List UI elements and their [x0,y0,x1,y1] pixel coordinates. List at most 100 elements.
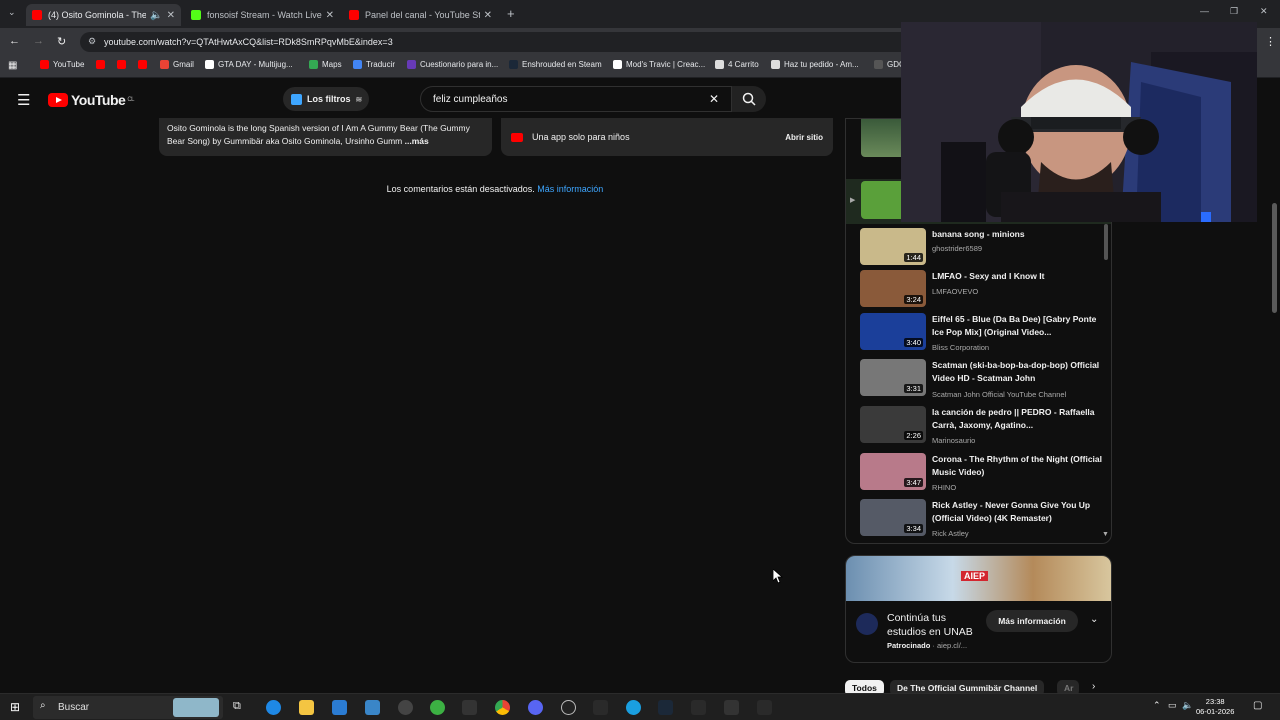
close-tab-icon[interactable]: ✕ [167,10,175,21]
video-thumbnail: 1:44 [860,228,926,265]
tab-kick-stream[interactable]: fonsoisf Stream - Watch Live or ✕ [185,4,340,26]
duration-badge: 3:31 [904,384,923,393]
bookmark-label: Gmail [173,60,194,69]
reload-icon[interactable]: ↻ [57,35,66,48]
bookmark-mods-travic[interactable]: Mod's Travic | Creac... [613,60,705,69]
windows-start-icon[interactable]: ⊞ [10,700,20,714]
tab-title: Panel del canal - YouTube Studi [365,10,480,20]
youtube-kids-icon [511,132,523,142]
bookmark-enshrouded[interactable]: Enshrouded en Steam [509,60,602,69]
playlist-item[interactable]: 2:26 la canción de pedro || PEDRO - Raff… [860,406,1105,448]
new-tab-icon[interactable]: + [507,6,515,21]
bookmark-youtube-4[interactable] [138,60,151,69]
webcam-feed [901,22,1257,222]
channel-name: ghostrider6589 [932,244,983,253]
tab-youtube-studio[interactable]: Panel del canal - YouTube Studi ✕ [343,4,498,26]
bookmark-gta-day[interactable]: GTA DAY - Multijug... [205,60,293,69]
chrome-icon[interactable] [495,700,510,715]
bookmark-youtube-2[interactable] [96,60,109,69]
playlist-item[interactable]: 3:34 Rick Astley - Never Gonna Give You … [860,499,1105,541]
xbox-icon[interactable] [430,700,445,715]
speaker-icon[interactable]: 🔈 [150,10,162,21]
bookmark-maps[interactable]: Maps [309,60,342,69]
site-info-icon[interactable]: ⚙ [88,36,96,47]
bookmark-label: GTA DAY - Multijug... [218,60,293,69]
playlist-item[interactable]: 3:24 LMFAO - Sexy and I Know It LMFAOVEV… [860,270,1105,312]
mail-icon[interactable] [332,700,347,715]
epic-games-icon[interactable] [593,700,608,715]
bookmark-carrito[interactable]: 4 Carrito [715,60,759,69]
store-icon[interactable] [365,700,380,715]
channel-name: LMFAOVEVO [932,287,979,296]
discord-icon[interactable] [528,700,543,715]
uplay-icon[interactable] [626,700,641,715]
bookmark-cuestionario[interactable]: Cuestionario para in... [407,60,498,69]
steam-icon[interactable] [658,700,673,715]
duration-badge: 2:26 [904,431,923,440]
close-window-icon[interactable]: ✕ [1260,6,1268,17]
tray-chevron-icon[interactable]: ⌃ [1153,700,1161,711]
network-icon[interactable]: ▭ [1168,700,1177,711]
capture-icon[interactable] [462,700,477,715]
playlist-item[interactable]: 3:31 Scatman (ski-ba-bop-ba-dop-bop) Off… [860,359,1105,401]
bookmark-haz-tu-pedido[interactable]: Haz tu pedido - Am... [771,60,859,69]
search-button[interactable] [732,86,766,112]
channel-name: Bliss Corporation [932,343,990,352]
chip-label: Ar [1064,683,1074,693]
app-icon[interactable] [691,700,706,715]
file-explorer-icon[interactable] [299,700,314,715]
youtube-logo[interactable]: YouTube CL [48,92,134,108]
video-title: la canción de pedro || PEDRO - Raffaella… [932,407,1095,430]
tab-search-icon[interactable]: ⌄ [8,7,16,18]
menu-dots-icon[interactable]: ⋮ [1265,35,1276,48]
search-input[interactable]: feliz cumpleaños ✕ [420,86,732,112]
system-clock[interactable]: 23:38 06-01-2026 [1196,697,1234,717]
tab-osito-gominola[interactable]: (4) Osito Gominola - The G 🔈 ✕ [26,4,181,26]
video-thumbnail: 3:47 [860,453,926,490]
back-icon[interactable]: ← [9,35,20,47]
filters-button[interactable]: Los filtros ≋ [283,87,369,111]
bookmark-gmail[interactable]: Gmail [160,60,194,69]
epic-games-2-icon[interactable] [757,700,772,715]
taskbar-search[interactable]: ⌕ Buscar [33,696,223,719]
restore-icon[interactable]: ❐ [1230,6,1238,17]
apps-grid-icon[interactable]: ▦ [8,60,17,71]
bookmark-label: 4 Carrito [728,60,759,69]
bookmark-youtube-3[interactable] [117,60,130,69]
bookmark-traducir[interactable]: Traducir [353,60,395,69]
playlist-item[interactable]: 3:40 Eiffel 65 - Blue (Da Ba Dee) [Gabry… [860,313,1105,355]
notification-icon[interactable]: ▢ [1253,700,1262,711]
hamburger-menu-icon[interactable]: ☰ [17,91,30,109]
close-tab-icon[interactable]: ✕ [326,10,334,21]
open-site-button[interactable]: Abrir sitio [785,133,823,142]
bookmark-youtube[interactable]: YouTube [40,60,84,69]
ad-headline: Continúa tus estudios en UNAB [887,612,973,638]
playlist-item[interactable]: 1:44 banana song - minions ghostrider658… [860,228,1105,270]
chevron-down-icon[interactable]: ⌄ [1090,614,1098,625]
app-2-icon[interactable] [724,700,739,715]
minimize-icon[interactable]: — [1200,6,1209,16]
ad-banner-image[interactable]: AIEP [846,556,1111,601]
bookmark-label: Mod's Travic | Creac... [626,60,706,69]
taskbar-search-placeholder: Buscar [58,702,90,713]
chevron-right-icon[interactable]: › [1092,681,1095,692]
clear-search-icon[interactable]: ✕ [709,92,719,106]
settings-icon[interactable] [398,700,413,715]
scrollbar-thumb[interactable] [1272,203,1277,313]
volume-icon[interactable]: 🔈 [1182,700,1193,711]
obs-icon[interactable] [561,700,576,715]
show-more-link[interactable]: ...más [405,136,429,146]
ad-more-info-button[interactable]: Más información [986,610,1078,632]
page-scrollbar[interactable] [1271,118,1278,693]
filter-shield-icon [291,93,302,105]
forward-icon[interactable]: → [33,35,44,47]
playlist-item[interactable]: 3:47 Corona - The Rhythm of the Night (O… [860,453,1105,495]
address-bar[interactable]: ⚙ youtube.com/watch?v=QTAtHwtAxCQ&list=R… [80,32,980,52]
duration-badge: 3:47 [904,478,923,487]
more-info-link[interactable]: Más información [537,184,603,194]
edge-icon[interactable] [266,700,281,715]
sponsored-ad[interactable]: AIEP Continúa tus estudios en UNAB Patro… [845,555,1112,663]
task-view-icon[interactable]: ⧉ [233,700,241,713]
close-tab-icon[interactable]: ✕ [484,10,492,21]
video-description[interactable]: Osito Gominola is the long Spanish versi… [159,118,492,156]
